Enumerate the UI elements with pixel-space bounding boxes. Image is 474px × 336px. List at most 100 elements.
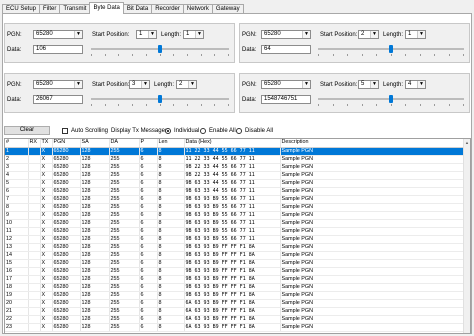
- clear-button[interactable]: Clear: [4, 126, 50, 135]
- pgn-select[interactable]: 65280 ▼: [261, 30, 311, 39]
- table-cell: Sample PGN: [280, 275, 466, 284]
- table-row[interactable]: 19 X 65280 128 255 6 8 9B 63 93 B9 FF FF F1 8A S…: [5, 291, 466, 300]
- table-cell: 65280: [52, 291, 81, 300]
- header-row: # RX TX PGN SA DA P Len Data (Hex) Description: [5, 139, 466, 148]
- column-header[interactable]: RX: [28, 139, 41, 148]
- pgn-select[interactable]: 65280 ▼: [33, 30, 83, 39]
- table-cell: [28, 179, 41, 188]
- table-row[interactable]: 14 X 65280 128 255 6 8 9B 63 93 B9 FF FF F1 8A S…: [5, 251, 466, 260]
- table-row[interactable]: 7 X 65280 128 255 6 8 9B 63 93 B9 55 66 77 11 Sa…: [5, 195, 466, 204]
- table-cell: [28, 315, 41, 324]
- table-row[interactable]: 3 X 65280 128 255 6 8 9B 22 33 44 55 66 77 11 Sa…: [5, 163, 466, 172]
- data-slider-thumb[interactable]: [158, 45, 162, 53]
- table-cell: [28, 155, 41, 164]
- table-row[interactable]: 17 X 65280 128 255 6 8 9B 63 93 B9 FF FF F1 8A S…: [5, 275, 466, 284]
- table-cell: 128: [80, 323, 110, 332]
- table-row[interactable]: 4 X 65280 128 255 6 8 9B 22 33 44 55 66 77 11 Sa…: [5, 171, 466, 180]
- table-row[interactable]: 11 X 65280 128 255 6 8 9B 63 93 B9 55 66 77 11 S…: [5, 227, 466, 236]
- chevron-down-icon: ▼: [148, 31, 156, 38]
- start-position-select[interactable]: 1 ▼: [136, 30, 157, 39]
- length-select[interactable]: 2 ▼: [176, 80, 197, 89]
- table-cell: 65280: [52, 211, 81, 220]
- data-slider-thumb[interactable]: [158, 95, 162, 103]
- scroll-up-icon[interactable]: ▲: [464, 139, 470, 146]
- data-slider-thumb[interactable]: [389, 45, 393, 53]
- chevron-down-icon: ▼: [302, 31, 310, 38]
- table-cell: 6: [139, 163, 158, 172]
- column-header[interactable]: Description: [280, 139, 466, 148]
- data-field[interactable]: 1548746751: [261, 95, 311, 104]
- length-select[interactable]: 1 ▼: [405, 30, 426, 39]
- table-cell: 255: [109, 227, 140, 236]
- table-cell: 255: [109, 315, 140, 324]
- data-field[interactable]: 64: [261, 45, 311, 54]
- table-cell: X: [40, 187, 53, 196]
- table-row[interactable]: 2 X 65280 128 255 6 8 11 22 33 44 55 66 77 11 Sa…: [5, 155, 466, 164]
- disable-all-radio[interactable]: [236, 128, 242, 134]
- table-row[interactable]: 10 X 65280 128 255 6 8 9B 63 93 B9 55 66 77 11 S…: [5, 219, 466, 228]
- tab-byte-data[interactable]: Byte Data: [89, 2, 124, 14]
- table-cell: X: [40, 203, 53, 212]
- individual-radio[interactable]: [165, 128, 171, 134]
- table-row[interactable]: 21 X 65280 128 255 6 8 6A 63 93 B9 FF FF F1 8A S…: [5, 307, 466, 316]
- table-row[interactable]: 23 X 65280 128 255 6 8 6A 63 93 B9 FF FF F1 8A S…: [5, 323, 466, 332]
- table-cell: 6: [139, 275, 158, 284]
- slider-tick: [419, 104, 421, 106]
- column-header[interactable]: PGN: [52, 139, 81, 148]
- data-field[interactable]: 26067: [33, 95, 83, 104]
- start-position-value: 3: [132, 81, 136, 87]
- column-header[interactable]: P: [139, 139, 158, 148]
- table-cell: 6A 63 93 B9 FF FF F1 8A: [184, 299, 281, 308]
- table-cell: 255: [109, 163, 140, 172]
- column-header[interactable]: Len: [157, 139, 185, 148]
- column-header[interactable]: TX: [40, 139, 53, 148]
- start-position-select[interactable]: 3 ▼: [129, 80, 150, 89]
- slider-tick: [463, 54, 464, 56]
- table-cell: Sample PGN: [280, 267, 466, 276]
- auto-scrolling-checkbox[interactable]: [62, 128, 68, 134]
- table-cell: 6: [5, 187, 29, 196]
- start-position-value: 2: [361, 31, 365, 37]
- data-slider-thumb[interactable]: [389, 95, 393, 103]
- table-cell: 128: [80, 147, 110, 156]
- data-label: Data:: [7, 47, 22, 53]
- table-row[interactable]: 1 X 65280 128 255 6 8 11 22 33 44 55 66 77 11 Sa…: [5, 147, 466, 156]
- length-select[interactable]: 1 ▼: [183, 30, 204, 39]
- start-position-value: 1: [139, 31, 143, 37]
- vertical-scrollbar[interactable]: ▲: [463, 139, 470, 333]
- column-header[interactable]: Data (Hex): [184, 139, 281, 148]
- table-row[interactable]: 6 X 65280 128 255 6 8 9B 63 33 44 55 66 77 11 Sa…: [5, 187, 466, 196]
- table-row[interactable]: 12 X 65280 128 255 6 8 9B 63 93 B9 55 66 77 11 S…: [5, 235, 466, 244]
- table-cell: 6: [139, 195, 158, 204]
- table-row[interactable]: 22 X 65280 128 255 6 8 6A 63 93 B9 FF FF F1 8A S…: [5, 315, 466, 324]
- table-cell: 9B 63 33 44 55 66 77 11: [184, 187, 281, 196]
- table-cell: 255: [109, 243, 140, 252]
- table-row[interactable]: 18 X 65280 128 255 6 8 9B 63 93 B9 FF FF F1 8A S…: [5, 283, 466, 292]
- table-row[interactable]: 16 X 65280 128 255 6 8 9B 63 93 B9 FF FF F1 8A S…: [5, 267, 466, 276]
- column-header[interactable]: DA: [109, 139, 140, 148]
- start-position-label: Start Position:: [320, 32, 358, 38]
- slider-tick: [132, 54, 134, 56]
- table-cell: 9B 22 33 44 55 66 77 11: [184, 171, 281, 180]
- start-position-select[interactable]: 5 ▼: [358, 80, 379, 89]
- start-position-select[interactable]: 2 ▼: [358, 30, 379, 39]
- table-row[interactable]: 9 X 65280 128 255 6 8 9B 63 93 B9 55 66 77 11 Sa…: [5, 211, 466, 220]
- table-cell: 9B 63 93 B9 FF FF F1 8A: [184, 267, 281, 276]
- column-header[interactable]: #: [5, 139, 29, 148]
- table-cell: 8: [157, 227, 185, 236]
- enable-all-radio[interactable]: [200, 128, 206, 134]
- length-select[interactable]: 4 ▼: [405, 80, 426, 89]
- table-row[interactable]: 13 X 65280 128 255 6 8 9B 63 93 B9 FF FF F1 8A S…: [5, 243, 466, 252]
- table-cell: 6A 63 93 B9 FF FF F1 8A: [184, 315, 281, 324]
- table-row[interactable]: 20 X 65280 128 255 6 8 6A 63 93 B9 FF FF F1 8A S…: [5, 299, 466, 308]
- table-row[interactable]: 8 X 65280 128 255 6 8 9B 63 93 B9 55 66 77 11 Sa…: [5, 203, 466, 212]
- table-row[interactable]: 15 X 65280 128 255 6 8 9B 63 93 B9 FF FF F1 8A S…: [5, 259, 466, 268]
- data-label: Data:: [242, 97, 257, 103]
- table-cell: 8: [157, 155, 185, 164]
- table-row[interactable]: 5 X 65280 128 255 6 8 9B 63 33 44 55 66 77 11 Sa…: [5, 179, 466, 188]
- pgn-select[interactable]: 65280 ▼: [33, 80, 83, 89]
- table-cell: 128: [80, 307, 110, 316]
- data-field[interactable]: 106: [33, 45, 83, 54]
- column-header[interactable]: SA: [80, 139, 110, 148]
- pgn-select[interactable]: 65280 ▼: [261, 80, 311, 89]
